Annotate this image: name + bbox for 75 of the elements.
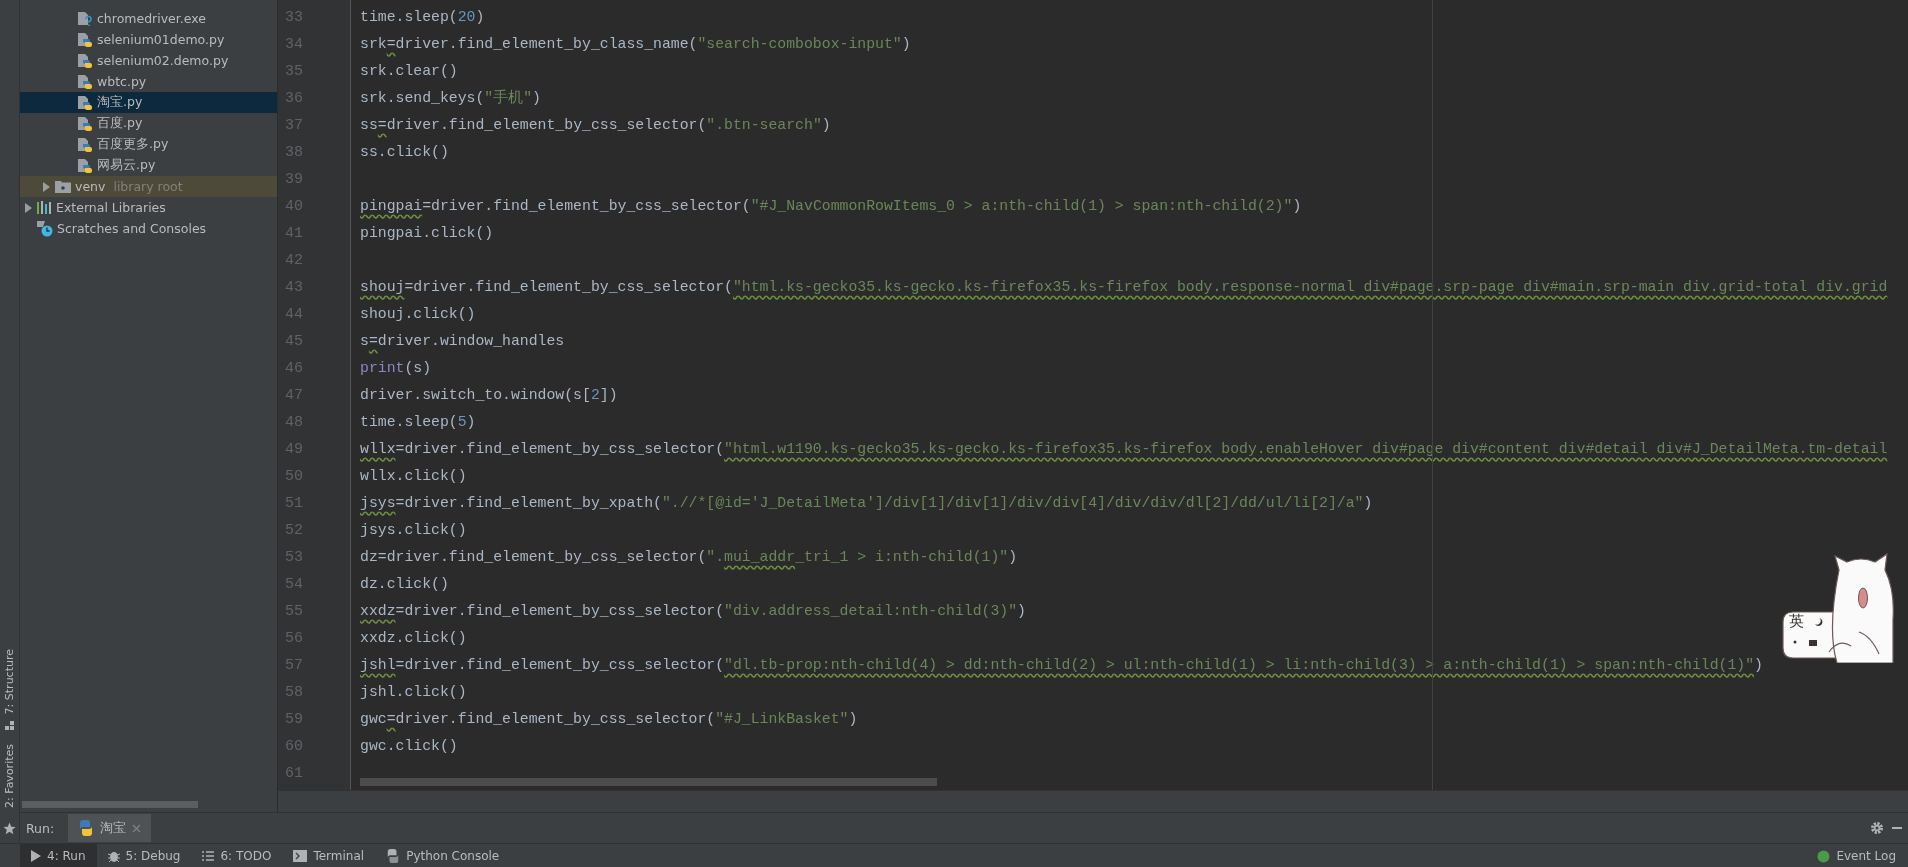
tool-window-tab[interactable]: 4: Run bbox=[20, 844, 97, 867]
star-icon[interactable] bbox=[3, 822, 16, 835]
run-label: Run: bbox=[26, 820, 55, 836]
code-line: print(s) bbox=[360, 360, 432, 376]
tree-root-item[interactable]: Scratches and Consoles bbox=[20, 218, 277, 239]
scrollbar[interactable] bbox=[360, 778, 937, 786]
python-file-icon bbox=[77, 31, 93, 48]
input-mode-label: 英 bbox=[1789, 612, 1804, 631]
file-tree-item[interactable]: 百度.py bbox=[20, 113, 277, 134]
run-tab[interactable]: 淘宝 bbox=[68, 814, 152, 842]
code-line: time.sleep(20) bbox=[360, 9, 485, 25]
code-line: s=driver.window_handles bbox=[360, 333, 565, 349]
event-log-icon bbox=[1817, 849, 1831, 863]
python-file-icon bbox=[77, 94, 93, 111]
tree-root-item[interactable]: External Libraries bbox=[20, 197, 277, 218]
file-tree-item[interactable]: 网易云.py bbox=[20, 155, 277, 176]
code-line: pingpai.click() bbox=[360, 225, 494, 241]
code-line: xxdz=driver.find_element_by_css_selector("div.address_detail:nth-child(3)") bbox=[360, 603, 1026, 619]
python-file-icon bbox=[77, 157, 93, 174]
tool-window-tab[interactable]: 6: TODO bbox=[191, 844, 283, 867]
code-line: wllx.click() bbox=[360, 468, 467, 484]
tool-window-tab[interactable]: Terminal bbox=[282, 844, 376, 867]
structure-icon bbox=[4, 720, 15, 731]
code-line: ss=driver.find_element_by_css_selector(".btn-search") bbox=[360, 117, 831, 133]
code-line: jsys.click() bbox=[360, 522, 467, 538]
file-tree-item[interactable]: 百度更多.py bbox=[20, 134, 277, 155]
code-line: ss.click() bbox=[360, 144, 449, 160]
list-icon bbox=[202, 851, 215, 861]
python-file-icon bbox=[77, 115, 93, 132]
code-line: pingpai=driver.find_element_by_css_selector("#J_NavCommonRowItems_0 > a:nth-child(1) > span:nth-child(2)") bbox=[360, 198, 1302, 214]
expand-arrow-icon[interactable] bbox=[24, 202, 33, 213]
code-line: jshl.click() bbox=[360, 684, 467, 700]
python-file-icon bbox=[77, 52, 93, 69]
code-line: dz=driver.find_element_by_css_selector(".mui_addr_tri_1 > i:nth-child(1)") bbox=[360, 549, 1018, 565]
unknown-file-icon bbox=[77, 10, 93, 27]
tool-window-button[interactable]: 7: Structure bbox=[3, 648, 16, 731]
code-line: shouj=driver.find_element_by_css_selector("html.ks-gecko35.ks-gecko.ks-firefox35.ks-firefox body.response-normal div#page.srp-page div#main.srp-main div.grid-total div.grid bbox=[360, 279, 1888, 295]
play-icon bbox=[31, 850, 41, 862]
code-line: srk.send_keys("手机") bbox=[360, 90, 541, 106]
code-line: xxdz.click() bbox=[360, 630, 467, 646]
scrollbar[interactable] bbox=[22, 801, 198, 809]
expand-arrow-icon[interactable] bbox=[42, 181, 51, 192]
folder-icon bbox=[55, 180, 71, 193]
python-file-icon bbox=[77, 73, 93, 90]
code-line: srk.clear() bbox=[360, 63, 458, 79]
file-tree-item[interactable]: selenium02.demo.py bbox=[20, 50, 277, 71]
bug-icon bbox=[107, 850, 120, 862]
settings-icon[interactable] bbox=[1870, 821, 1884, 835]
close-icon[interactable] bbox=[132, 823, 142, 833]
file-tree-item[interactable]: chromedriver.exe bbox=[20, 8, 277, 29]
file-tree-item[interactable]: 淘宝.py bbox=[20, 92, 277, 113]
python-icon bbox=[78, 820, 95, 836]
code-line: gwc=driver.find_element_by_css_selector("#J_LinkBasket") bbox=[360, 711, 858, 727]
tool-window-button[interactable]: 2: Favorites bbox=[3, 744, 16, 808]
code-line: jsys=driver.find_element_by_xpath(".//*[@id='J_DetailMeta']/div[1]/div[1]/div/div[4]/div/div/dl[2]/dd/ul/li[2]/a") bbox=[360, 495, 1373, 511]
libraries-icon bbox=[37, 201, 52, 214]
code-line: driver.switch_to.window(s[2]) bbox=[360, 387, 618, 403]
tool-window-tab[interactable]: Python Console bbox=[375, 844, 511, 867]
code-line: dz.click() bbox=[360, 576, 449, 592]
python-file-icon bbox=[77, 136, 93, 153]
ime-widget[interactable]: 英 bbox=[1779, 550, 1898, 663]
code-line: srk=driver.find_element_by_class_name("search-combobox-input") bbox=[360, 36, 911, 52]
code-line: time.sleep(5) bbox=[360, 414, 476, 430]
folder-note: library root bbox=[113, 179, 183, 194]
code-line: shouj.click() bbox=[360, 306, 476, 322]
folder-tree-item[interactable]: venv library root bbox=[20, 176, 277, 197]
file-tree-item[interactable]: wbtc.py bbox=[20, 71, 277, 92]
event-log-button[interactable]: Event Log bbox=[1806, 844, 1908, 867]
code-line: gwc.click() bbox=[360, 738, 458, 754]
scratches-icon bbox=[37, 220, 53, 237]
file-tree-item[interactable]: selenium01demo.py bbox=[20, 29, 277, 50]
python-icon bbox=[386, 849, 401, 863]
code-line: wllx=driver.find_element_by_css_selector("html.w1190.ks-gecko35.ks-gecko.ks-firefox35.ks-firefox body.enableHover div#page div#content div#detail div#J_DetailMeta.tm-detail bbox=[360, 441, 1888, 457]
terminal-icon bbox=[293, 850, 308, 862]
tool-window-tab[interactable]: 5: Debug bbox=[96, 844, 192, 867]
